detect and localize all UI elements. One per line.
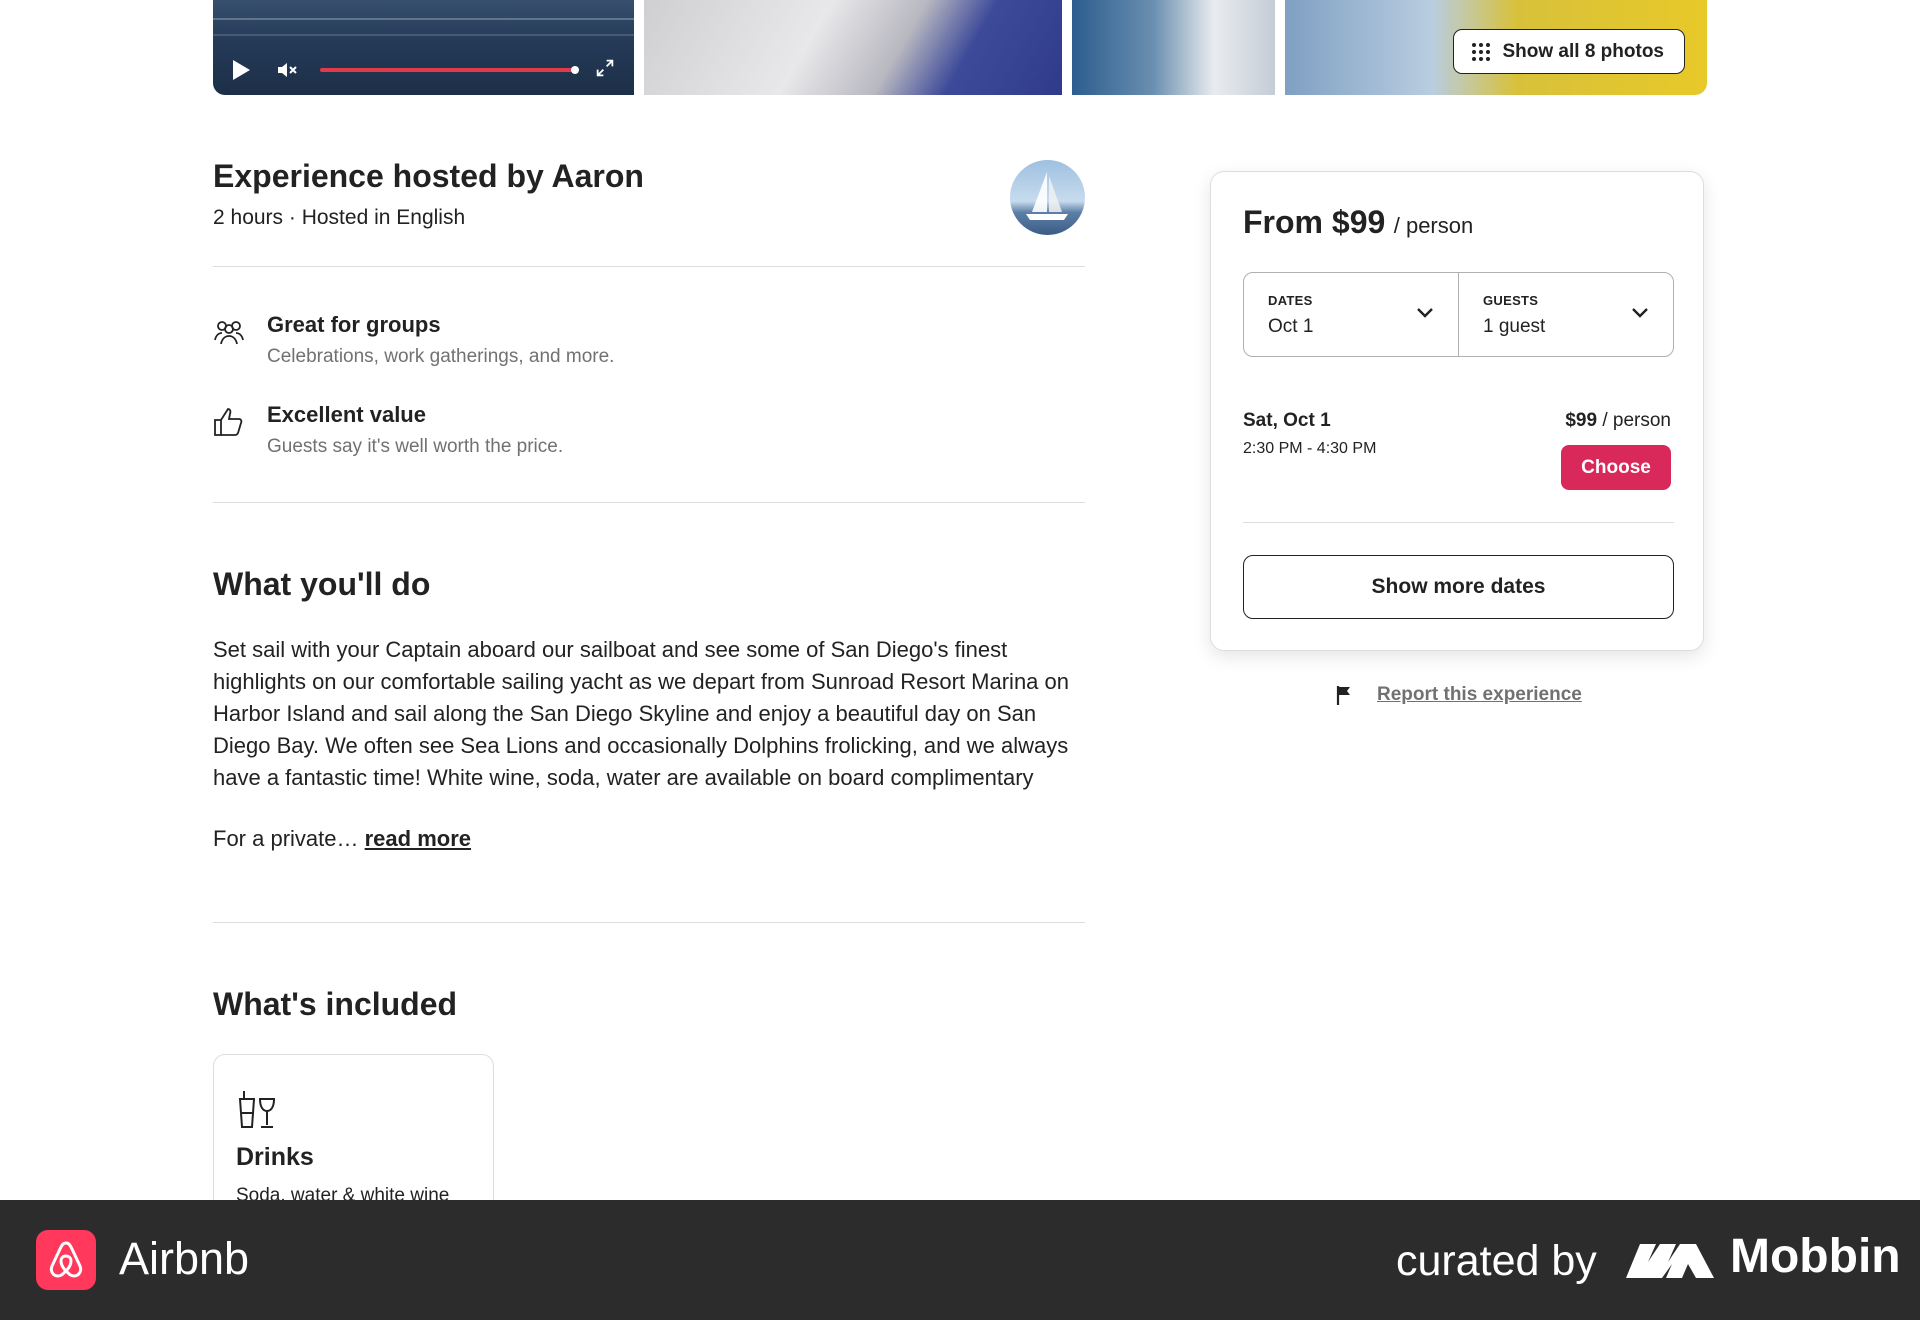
dates-label: DATES <box>1268 293 1313 308</box>
included-item-title: Drinks <box>236 1143 314 1171</box>
price-from: From $99 <box>1243 204 1386 240</box>
grid-icon <box>1472 42 1491 61</box>
curator-name: Mobbin <box>1730 1230 1901 1283</box>
slot-price-amount: $99 <box>1565 410 1598 431</box>
video-controls <box>213 45 634 95</box>
divider <box>1243 522 1674 523</box>
feature-title: Great for groups <box>267 312 441 337</box>
footer-bar: Airbnb curated by Mobbin <box>0 1200 1920 1320</box>
fullscreen-icon[interactable] <box>596 59 614 81</box>
show-all-photos-label: Show all 8 photos <box>1502 40 1664 62</box>
drinks-icon <box>236 1089 278 1131</box>
chevron-down-icon <box>1417 308 1433 318</box>
gallery-photo[interactable]: Show all 8 photos <box>1285 0 1707 95</box>
gallery-video[interactable] <box>213 0 634 95</box>
muted-speaker-icon[interactable] <box>276 60 298 80</box>
dates-picker[interactable]: DATES Oct 1 <box>1244 273 1458 356</box>
feature-description: Celebrations, work gatherings, and more. <box>267 346 615 367</box>
guests-value: 1 guest <box>1483 316 1546 337</box>
guests-label: GUESTS <box>1483 293 1539 308</box>
description-truncated: For a private… <box>213 826 359 851</box>
page-title: Experience hosted by Aaron <box>213 158 644 194</box>
read-more-link[interactable]: read more <box>365 826 471 851</box>
experience-meta: 2 hours · Hosted in English <box>213 206 466 229</box>
play-icon[interactable] <box>233 60 250 80</box>
water-texture <box>213 18 634 20</box>
video-progress-bar[interactable] <box>320 66 579 74</box>
airbnb-logo <box>36 1230 96 1290</box>
whats-included-heading: What's included <box>213 986 458 1022</box>
host-avatar[interactable] <box>1010 160 1085 235</box>
feature-title: Excellent value <box>267 402 426 427</box>
report-link[interactable]: Report this experience <box>1377 684 1582 706</box>
report-experience[interactable]: Report this experience <box>1335 684 1582 706</box>
photo-gallery: Show all 8 photos <box>213 0 1707 95</box>
price-unit: / person <box>1393 213 1474 238</box>
divider <box>213 502 1085 503</box>
booking-card: From $99 / person DATES Oct 1 GUESTS 1 g… <box>1210 171 1704 651</box>
choose-button[interactable]: Choose <box>1561 445 1671 490</box>
description-more: For a private… read more <box>213 826 471 852</box>
slot-date: Sat, Oct 1 <box>1243 410 1331 431</box>
gallery-photo[interactable] <box>1072 0 1275 95</box>
chevron-down-icon <box>1632 308 1648 318</box>
dates-value: Oct 1 <box>1268 316 1314 337</box>
guests-picker[interactable]: GUESTS 1 guest <box>1458 273 1673 356</box>
slot-time: 2:30 PM - 4:30 PM <box>1243 440 1377 457</box>
divider <box>213 922 1085 923</box>
feature-description: Guests say it's well worth the price. <box>267 436 564 457</box>
show-more-dates-button[interactable]: Show more dates <box>1243 555 1674 619</box>
curated-by-label: curated by <box>1396 1237 1597 1285</box>
flag-icon <box>1336 686 1350 705</box>
experience-description: Set sail with your Captain aboard our sa… <box>213 637 1070 790</box>
booking-picker: DATES Oct 1 GUESTS 1 guest <box>1243 272 1674 357</box>
group-icon <box>213 316 245 348</box>
divider <box>213 266 1085 267</box>
show-all-photos-button[interactable]: Show all 8 photos <box>1453 29 1685 74</box>
water-texture <box>213 34 634 36</box>
slot-price: $99 / person <box>1565 410 1671 432</box>
mobbin-logo <box>1626 1244 1714 1278</box>
progress-knob[interactable] <box>571 66 579 74</box>
price-summary: From $99 / person <box>1243 204 1473 241</box>
what-you-do-heading: What you'll do <box>213 566 431 602</box>
slot-price-unit: / person <box>1602 410 1671 431</box>
gallery-photo[interactable] <box>644 0 1062 95</box>
thumbs-up-icon <box>213 406 245 438</box>
brand-name: Airbnb <box>119 1233 250 1284</box>
